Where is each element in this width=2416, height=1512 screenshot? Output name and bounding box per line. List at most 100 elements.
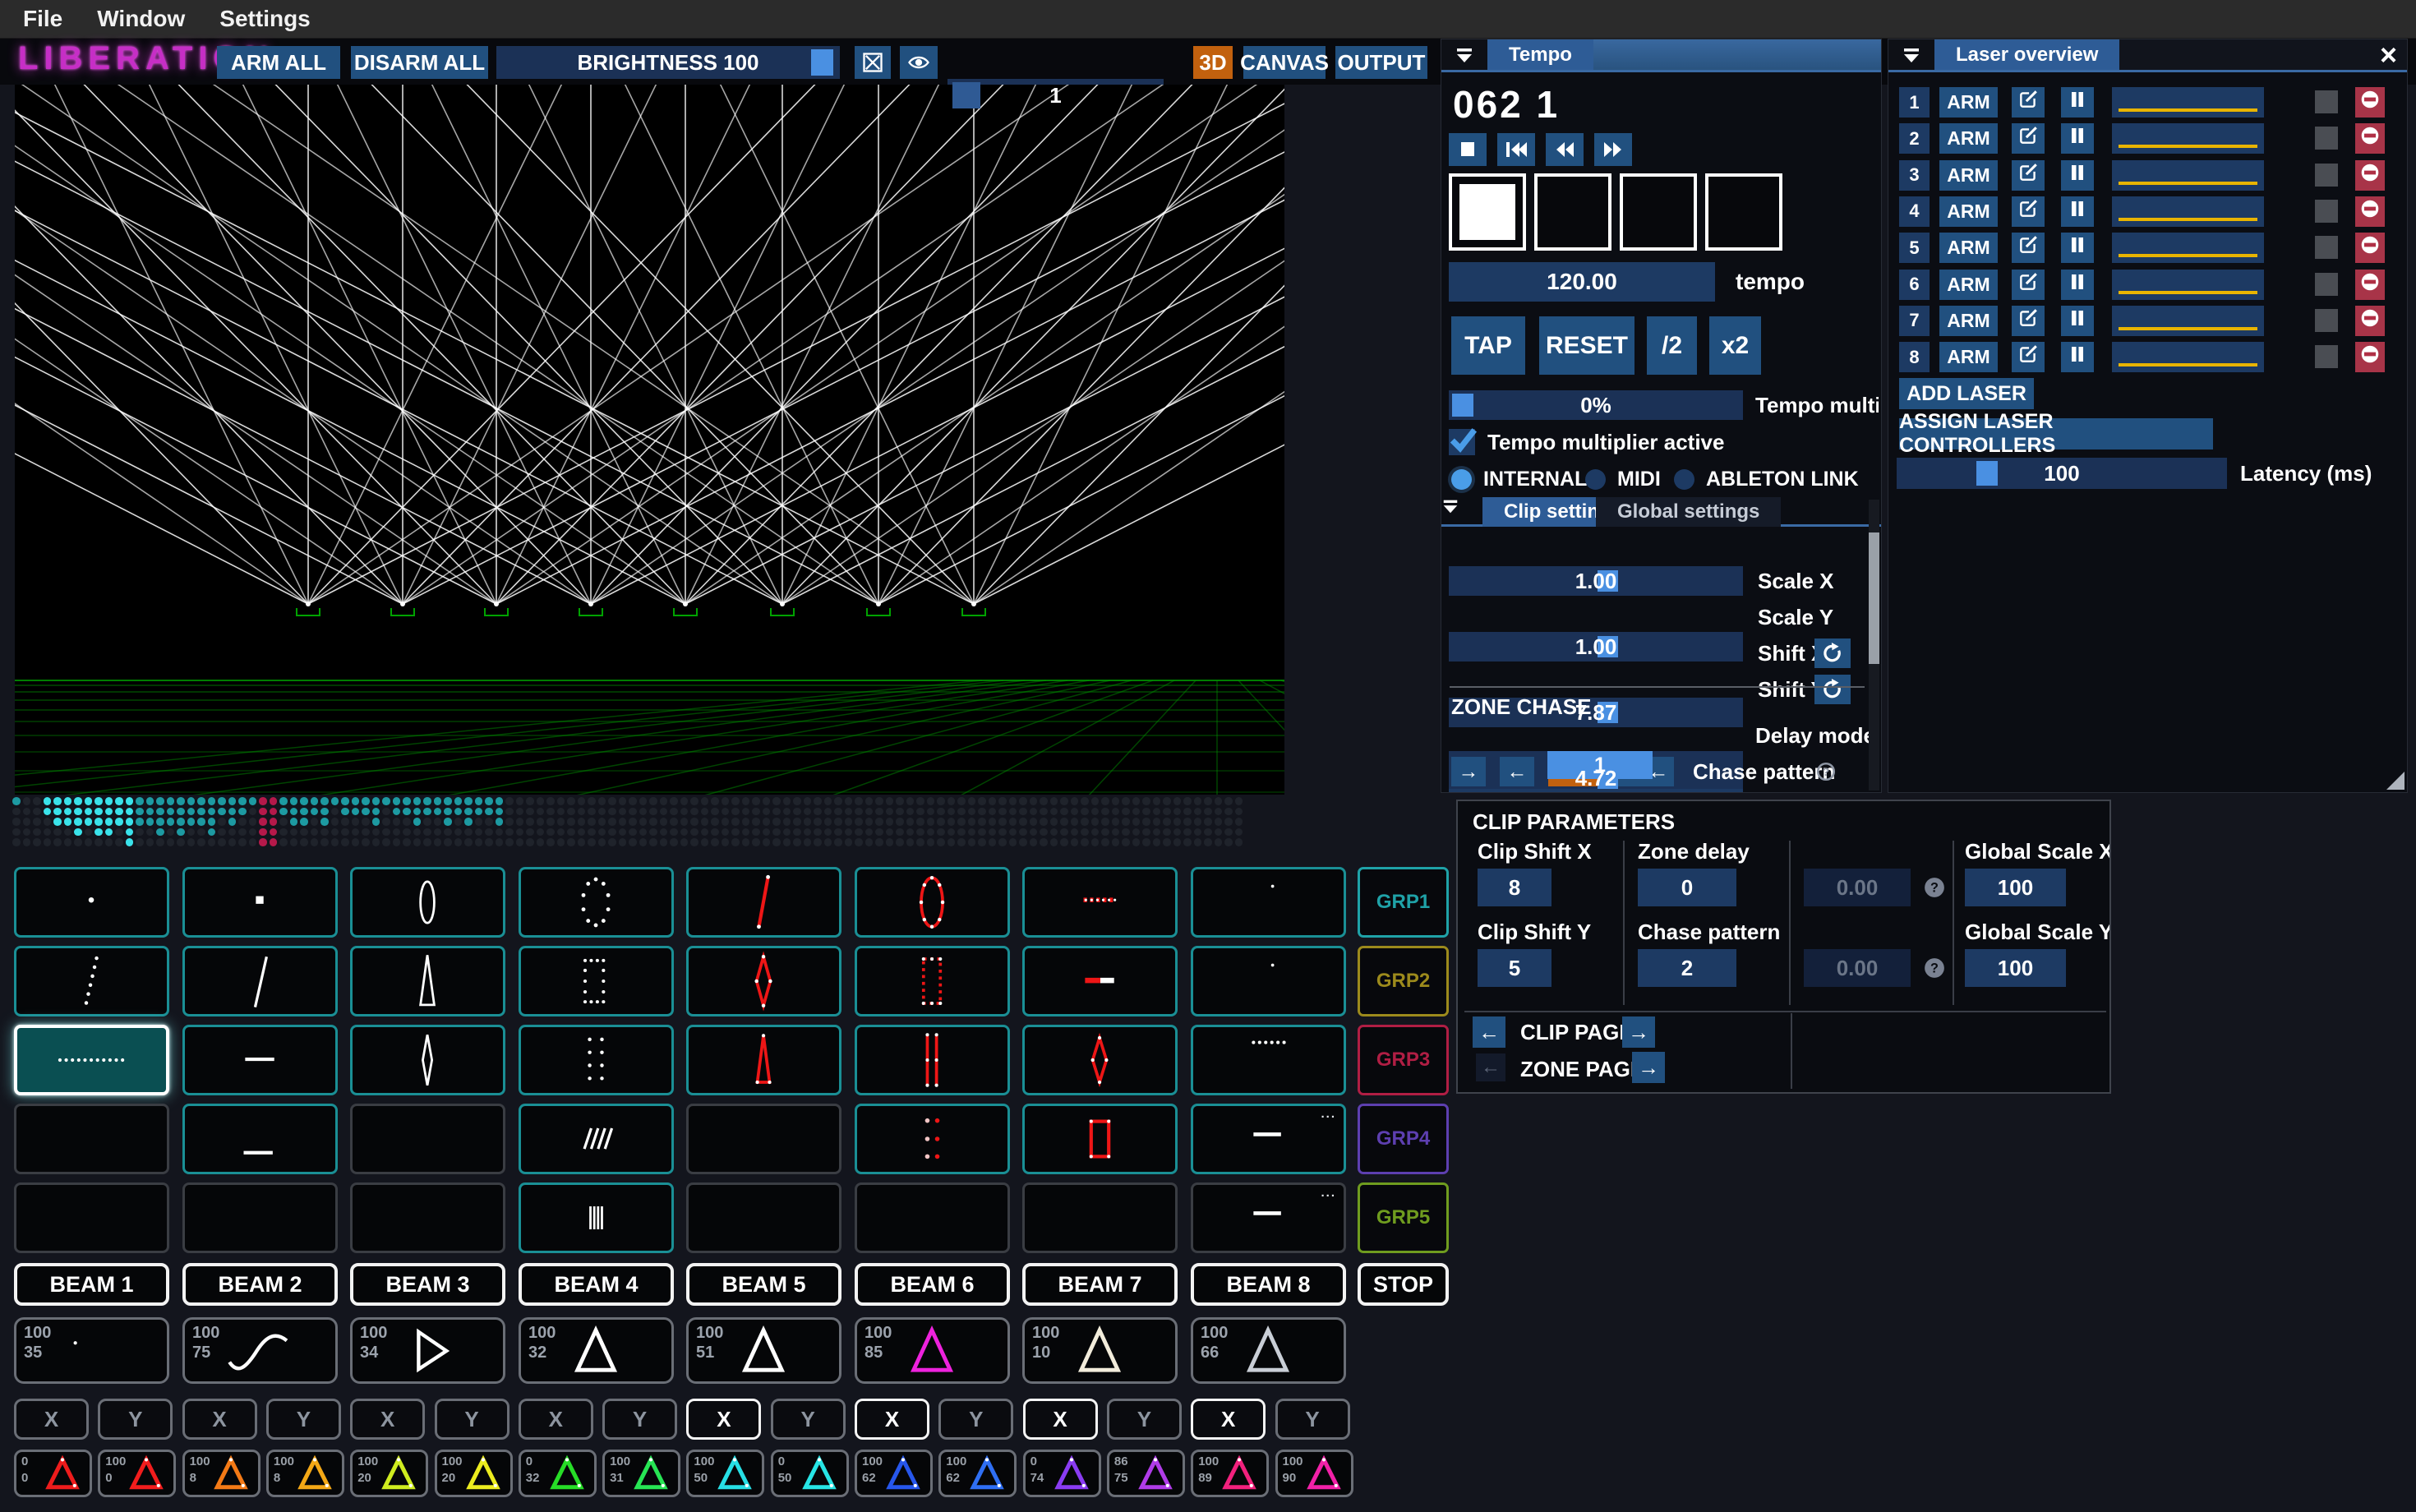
laser-edit-button[interactable] — [2012, 123, 2045, 154]
clip-cell-r1c6[interactable] — [855, 867, 1010, 938]
axis-button-7-x[interactable]: X — [519, 1399, 593, 1440]
group-button-grp2[interactable]: GRP2 — [1358, 946, 1449, 1016]
laser-arm-button[interactable]: ARM — [1939, 87, 1998, 118]
mini-clip-16[interactable]: 10090 — [1275, 1450, 1353, 1497]
axis-button-10-y[interactable]: Y — [771, 1399, 846, 1440]
tempo-multiplier-slider[interactable]: 0% — [1449, 390, 1743, 420]
mini-clip-11[interactable]: 10062 — [855, 1450, 933, 1497]
chase-help-icon[interactable]: ? — [1815, 761, 1837, 782]
mini-clip-15[interactable]: 10089 — [1191, 1450, 1269, 1497]
clip-cell-r2c8[interactable] — [1191, 946, 1346, 1016]
axis-button-12-y[interactable]: Y — [938, 1399, 1013, 1440]
laser-remove-button[interactable] — [2355, 87, 2385, 118]
clip-options-icon[interactable]: ... — [1321, 1107, 1336, 1121]
laser-remove-button[interactable] — [2355, 342, 2385, 372]
panel-collapse-icon[interactable] — [1441, 39, 1487, 70]
beam-button-3[interactable]: BEAM 3 — [350, 1263, 505, 1306]
clip-cell-r3c7[interactable] — [1022, 1025, 1178, 1095]
mini-clip-8[interactable]: 10031 — [602, 1450, 680, 1497]
clip-cell-r2c4[interactable] — [519, 946, 674, 1016]
tempo-panel-header[interactable]: Tempo — [1441, 39, 1881, 72]
field-value-clip-shift-x[interactable]: 8 — [1478, 869, 1551, 906]
tempo-double-button[interactable]: x2 — [1709, 316, 1761, 375]
laser-intensity-bar[interactable] — [2112, 306, 2264, 336]
clip-cell-r4c3[interactable] — [350, 1104, 505, 1174]
field-value-global-scale-x[interactable]: 100 — [1965, 869, 2066, 906]
axis-button-15-x[interactable]: X — [1191, 1399, 1266, 1440]
clip-cell-r2c1[interactable] — [14, 946, 169, 1016]
clip-cell-r5c1[interactable] — [14, 1182, 169, 1253]
panel-resize-grip[interactable] — [2386, 772, 2404, 790]
axis-button-9-x[interactable]: X — [686, 1399, 761, 1440]
sync-option-midi[interactable]: MIDI — [1585, 468, 1661, 491]
radio-selected-icon[interactable] — [1451, 469, 1472, 490]
chase-pattern-right-button[interactable]: → — [1451, 757, 1486, 786]
beam-button-7[interactable]: BEAM 7 — [1022, 1263, 1178, 1306]
laser-remove-button[interactable] — [2355, 270, 2385, 300]
clip-cell-r5c5[interactable] — [686, 1182, 841, 1253]
field-value-aux[interactable]: 0.00 — [1804, 869, 1911, 906]
clip-cell-r3c2[interactable] — [182, 1025, 338, 1095]
laser-intensity-bar[interactable] — [2112, 87, 2264, 118]
laser-intensity-bar[interactable] — [2112, 160, 2264, 191]
preview-cell-4[interactable]: 10032 — [519, 1317, 674, 1384]
stop-button[interactable]: STOP — [1358, 1263, 1449, 1306]
scrollbar-thumb[interactable] — [1869, 532, 1879, 664]
preview-cell-1[interactable]: 10035 — [14, 1317, 169, 1384]
laser-edit-button[interactable] — [2012, 270, 2045, 300]
sync-option-internal[interactable]: INTERNAL — [1451, 468, 1587, 491]
slider-scale-x[interactable]: 1.00 — [1449, 566, 1743, 596]
mini-clip-10[interactable]: 050 — [771, 1450, 849, 1497]
axis-button-5-x[interactable]: X — [350, 1399, 425, 1440]
laser-remove-button[interactable] — [2355, 123, 2385, 154]
clip-cell-r3c5[interactable] — [686, 1025, 841, 1095]
laser-pause-button[interactable] — [2061, 160, 2094, 191]
mini-clip-4[interactable]: 1008 — [266, 1450, 344, 1497]
field-value-global-scale-y[interactable]: 100 — [1965, 949, 2066, 987]
chase-pattern-left-button[interactable]: ← — [1500, 757, 1534, 786]
laser-color-swatch[interactable] — [2315, 164, 2338, 187]
clip-cell-r1c2[interactable] — [182, 867, 338, 938]
axis-button-4-y[interactable]: Y — [266, 1399, 341, 1440]
mini-clip-6[interactable]: 10020 — [435, 1450, 513, 1497]
laser-intensity-bar[interactable] — [2112, 123, 2264, 154]
mini-clip-13[interactable]: 074 — [1023, 1450, 1101, 1497]
laser-edit-button[interactable] — [2012, 342, 2045, 372]
slider-scale-y[interactable]: 1.00 — [1449, 632, 1743, 662]
brightness-slider-handle[interactable] — [811, 49, 833, 76]
close-icon[interactable]: × — [2380, 39, 2397, 72]
laser-pause-button[interactable] — [2061, 342, 2094, 372]
laser-edit-button[interactable] — [2012, 87, 2045, 118]
laser-pause-button[interactable] — [2061, 270, 2094, 300]
mini-clip-12[interactable]: 10062 — [938, 1450, 1017, 1497]
preview-cell-5[interactable]: 10051 — [686, 1317, 841, 1384]
panel-collapse-icon[interactable] — [1888, 39, 1934, 70]
laser-color-swatch[interactable] — [2315, 309, 2338, 332]
brightness-slider[interactable]: BRIGHTNESS 100 — [496, 46, 840, 79]
clip-cell-r1c1[interactable] — [14, 867, 169, 938]
laser-remove-button[interactable] — [2355, 233, 2385, 263]
clip-cell-r5c6[interactable] — [855, 1182, 1010, 1253]
clip-cell-r5c3[interactable] — [350, 1182, 505, 1253]
laser-edit-button[interactable] — [2012, 233, 2045, 263]
clip-cell-r3c1[interactable] — [14, 1025, 169, 1095]
clip-cell-r2c7[interactable] — [1022, 946, 1178, 1016]
axis-button-3-x[interactable]: X — [182, 1399, 257, 1440]
clip-cell-r4c4[interactable] — [519, 1104, 674, 1174]
laser-color-swatch[interactable] — [2315, 200, 2338, 223]
latency-slider[interactable]: 100 — [1897, 458, 2227, 489]
laser-arm-button[interactable]: ARM — [1939, 342, 1998, 372]
mini-clip-3[interactable]: 1008 — [182, 1450, 261, 1497]
preview-cell-2[interactable]: 10075 — [182, 1317, 338, 1384]
laser-edit-button[interactable] — [2012, 306, 2045, 336]
menu-file[interactable]: File — [23, 6, 62, 32]
blackout-button[interactable] — [855, 46, 891, 79]
clip-cell-r2c2[interactable] — [182, 946, 338, 1016]
clip-cell-r2c5[interactable] — [686, 946, 841, 1016]
tempo-multiplier-handle[interactable] — [1452, 394, 1473, 417]
preview-visibility-button[interactable] — [900, 46, 938, 79]
mini-clip-7[interactable]: 032 — [519, 1450, 597, 1497]
laser-arm-button[interactable]: ARM — [1939, 160, 1998, 191]
mini-clip-9[interactable]: 10050 — [686, 1450, 764, 1497]
clip-cell-r3c8[interactable] — [1191, 1025, 1346, 1095]
